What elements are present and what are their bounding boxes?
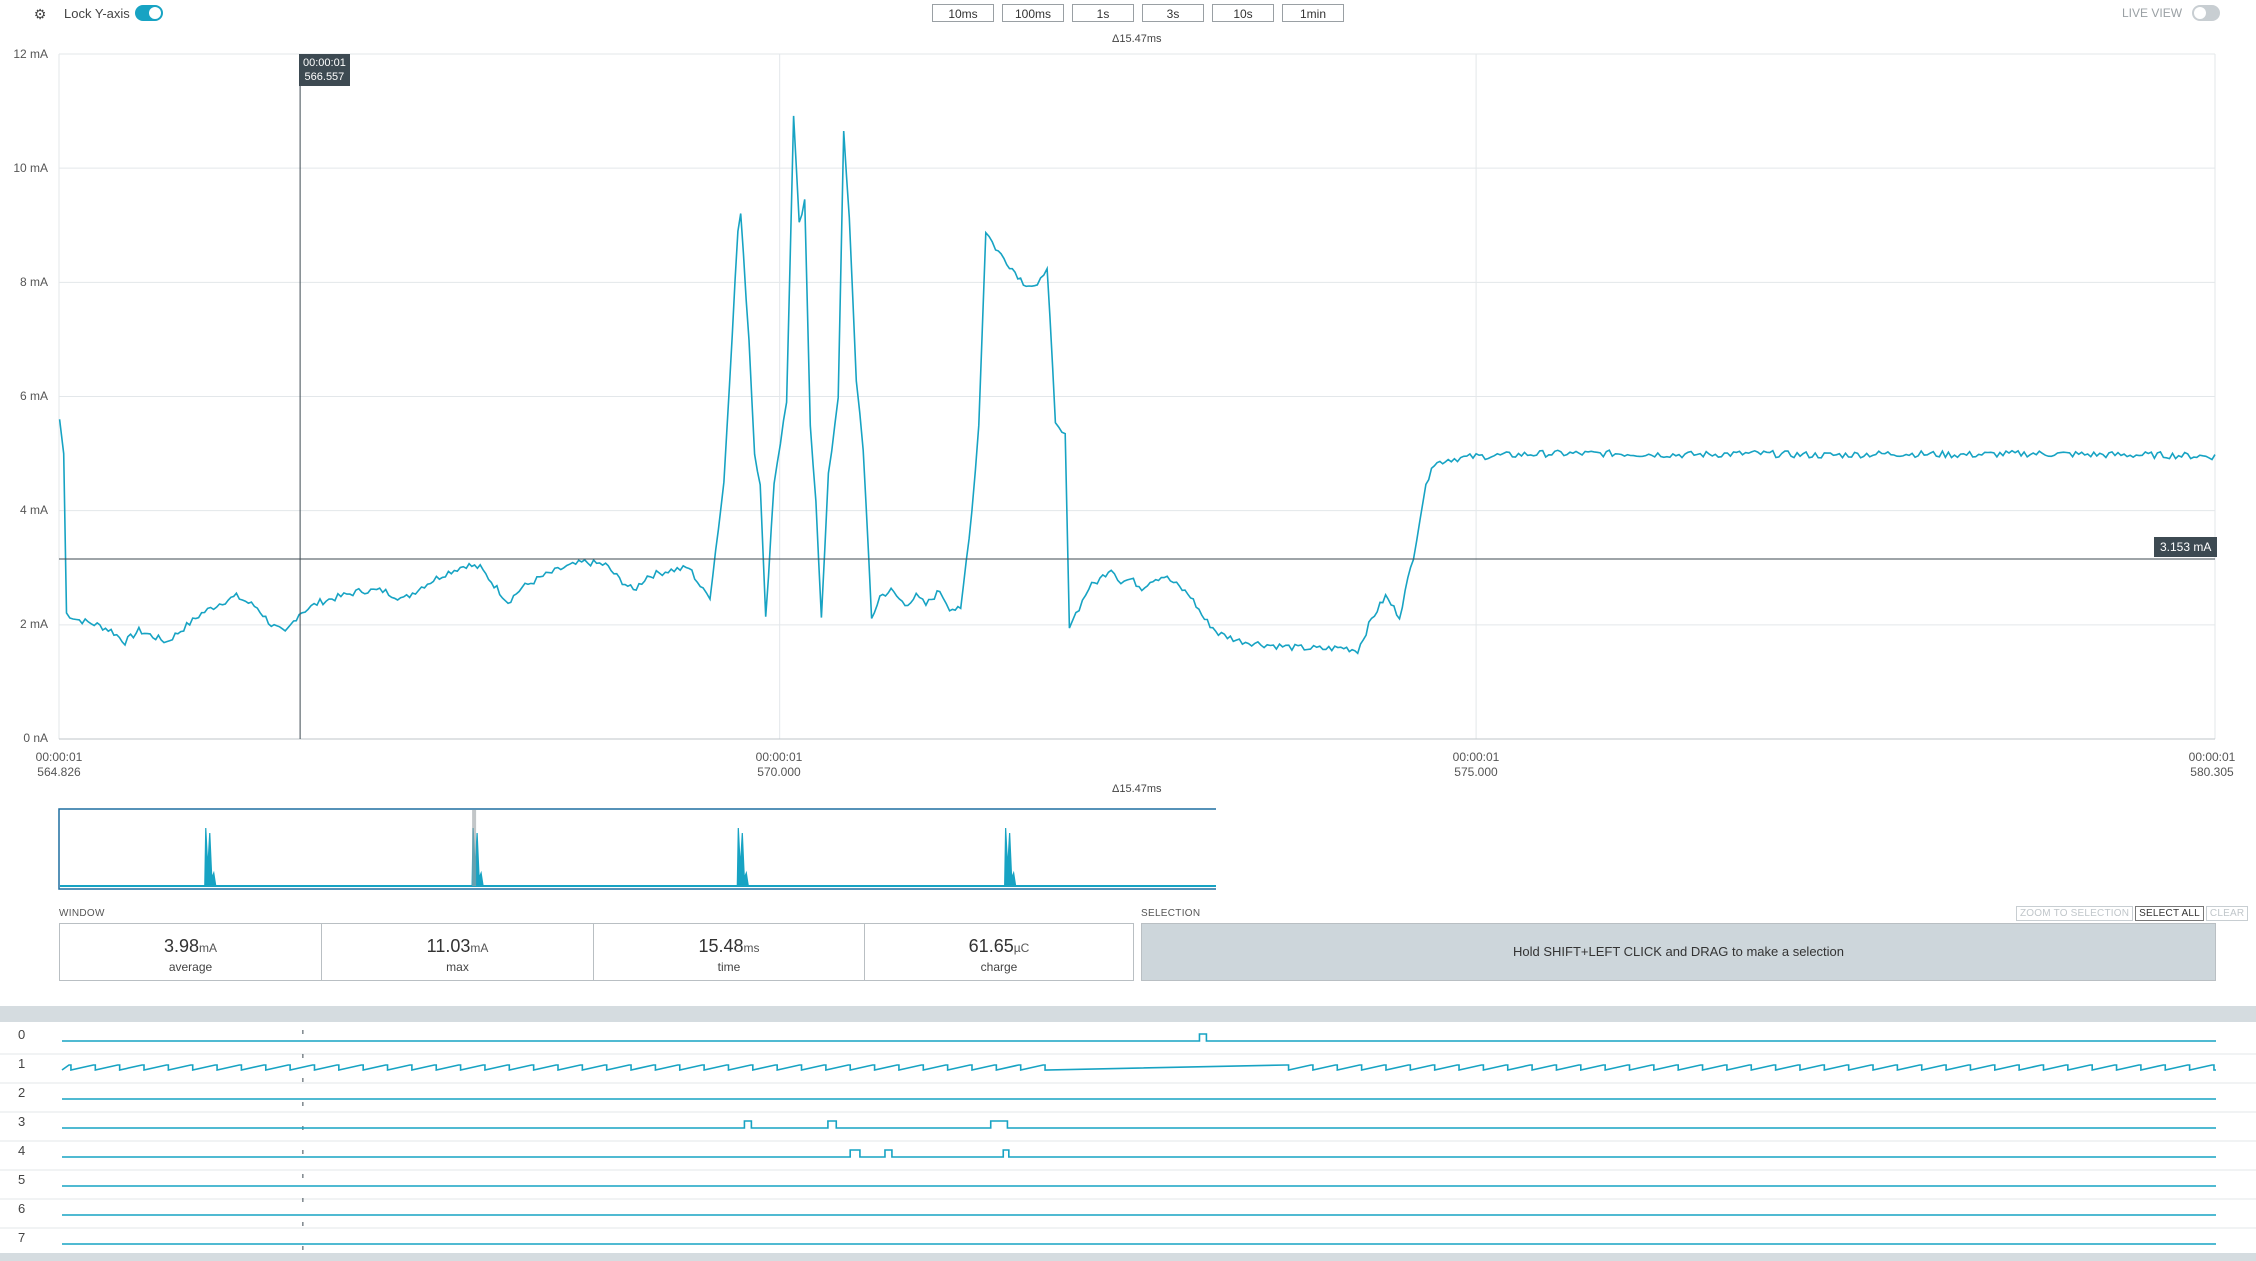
zoom-to-selection-button[interactable]: ZOOM TO SELECTION bbox=[2016, 906, 2134, 921]
window-section-label: WINDOW bbox=[59, 908, 105, 919]
stat-value: 61.65 bbox=[968, 936, 1014, 956]
overview-frame bbox=[58, 808, 1216, 890]
stat-unit: mA bbox=[470, 941, 489, 955]
overview-window-indicator bbox=[472, 810, 477, 886]
stat-unit: ms bbox=[743, 941, 760, 955]
x-tick-line1: 00:00:01 bbox=[2188, 750, 2236, 764]
x-tick-line2: 570.000 bbox=[757, 765, 801, 779]
digital-signal-4 bbox=[62, 1149, 2216, 1158]
stat-max: 11.03mA max bbox=[322, 924, 594, 980]
stat-charge: 61.65µC charge bbox=[865, 924, 1133, 980]
selection-section-label: SELECTION bbox=[1141, 908, 1201, 919]
x-tick-label: 00:00:01 575.000 bbox=[1436, 750, 1516, 780]
x-tick-line2: 575.000 bbox=[1454, 765, 1498, 779]
digital-signal-1 bbox=[61, 1064, 2216, 1071]
stat-average: 3.98mA average bbox=[60, 924, 322, 980]
window-stats-box: 3.98mA average 11.03mA max 15.48ms time … bbox=[59, 923, 1134, 981]
digital-section-separator bbox=[0, 1006, 2256, 1022]
stat-value: 11.03 bbox=[426, 936, 471, 956]
x-tick-line1: 00:00:01 bbox=[755, 750, 803, 764]
stat-label: max bbox=[446, 960, 469, 974]
x-tick-label: 00:00:01 580.305 bbox=[2172, 750, 2252, 780]
stat-label: average bbox=[168, 960, 213, 974]
digital-signal-0 bbox=[62, 1033, 2216, 1042]
cursor-time-line1: 00:00:01 bbox=[303, 57, 346, 69]
current-chart[interactable] bbox=[0, 0, 2256, 800]
digital-channels-plot[interactable] bbox=[0, 1022, 2256, 1253]
cursor-time-label: 00:00:01 566.557 bbox=[299, 54, 350, 86]
clear-selection-button[interactable]: CLEAR bbox=[2205, 906, 2249, 921]
chart-grid bbox=[58, 53, 2216, 740]
stat-unit: µC bbox=[1013, 941, 1030, 955]
stat-unit: mA bbox=[199, 941, 218, 955]
cursor-time-line2: 566.557 bbox=[304, 71, 345, 83]
stat-value: 3.98 bbox=[163, 936, 200, 956]
selection-buttons: ZOOM TO SELECTION SELECT ALL CLEAR bbox=[2016, 906, 2249, 921]
x-tick-label: 00:00:01 564.826 bbox=[19, 750, 99, 780]
current-series-line bbox=[58, 115, 2216, 655]
digital-signal-3 bbox=[62, 1120, 2216, 1129]
chart-series bbox=[58, 115, 2216, 655]
digital-signals bbox=[61, 1033, 2216, 1245]
x-tick-line1: 00:00:01 bbox=[1452, 750, 1500, 764]
delta-time-bottom: Δ15.47ms bbox=[1112, 783, 1162, 795]
x-tick-line2: 580.305 bbox=[2190, 765, 2234, 779]
selection-hint-box[interactable]: Hold SHIFT+LEFT CLICK and DRAG to make a… bbox=[1141, 923, 2216, 981]
overview-minimap[interactable] bbox=[58, 808, 1216, 890]
bottom-separator bbox=[0, 1253, 2256, 1261]
x-tick-label: 00:00:01 570.000 bbox=[739, 750, 819, 780]
x-tick-line2: 564.826 bbox=[37, 765, 81, 779]
x-tick-line1: 00:00:01 bbox=[35, 750, 83, 764]
select-all-button[interactable]: SELECT ALL bbox=[2135, 906, 2204, 921]
value-marker-label: 3.153 mA bbox=[2154, 537, 2218, 557]
stat-label: charge bbox=[980, 960, 1018, 974]
stat-time: 15.48ms time bbox=[594, 924, 865, 980]
stat-label: time bbox=[717, 960, 741, 974]
stat-value: 15.48 bbox=[698, 936, 744, 956]
digital-grid bbox=[0, 1030, 2256, 1253]
